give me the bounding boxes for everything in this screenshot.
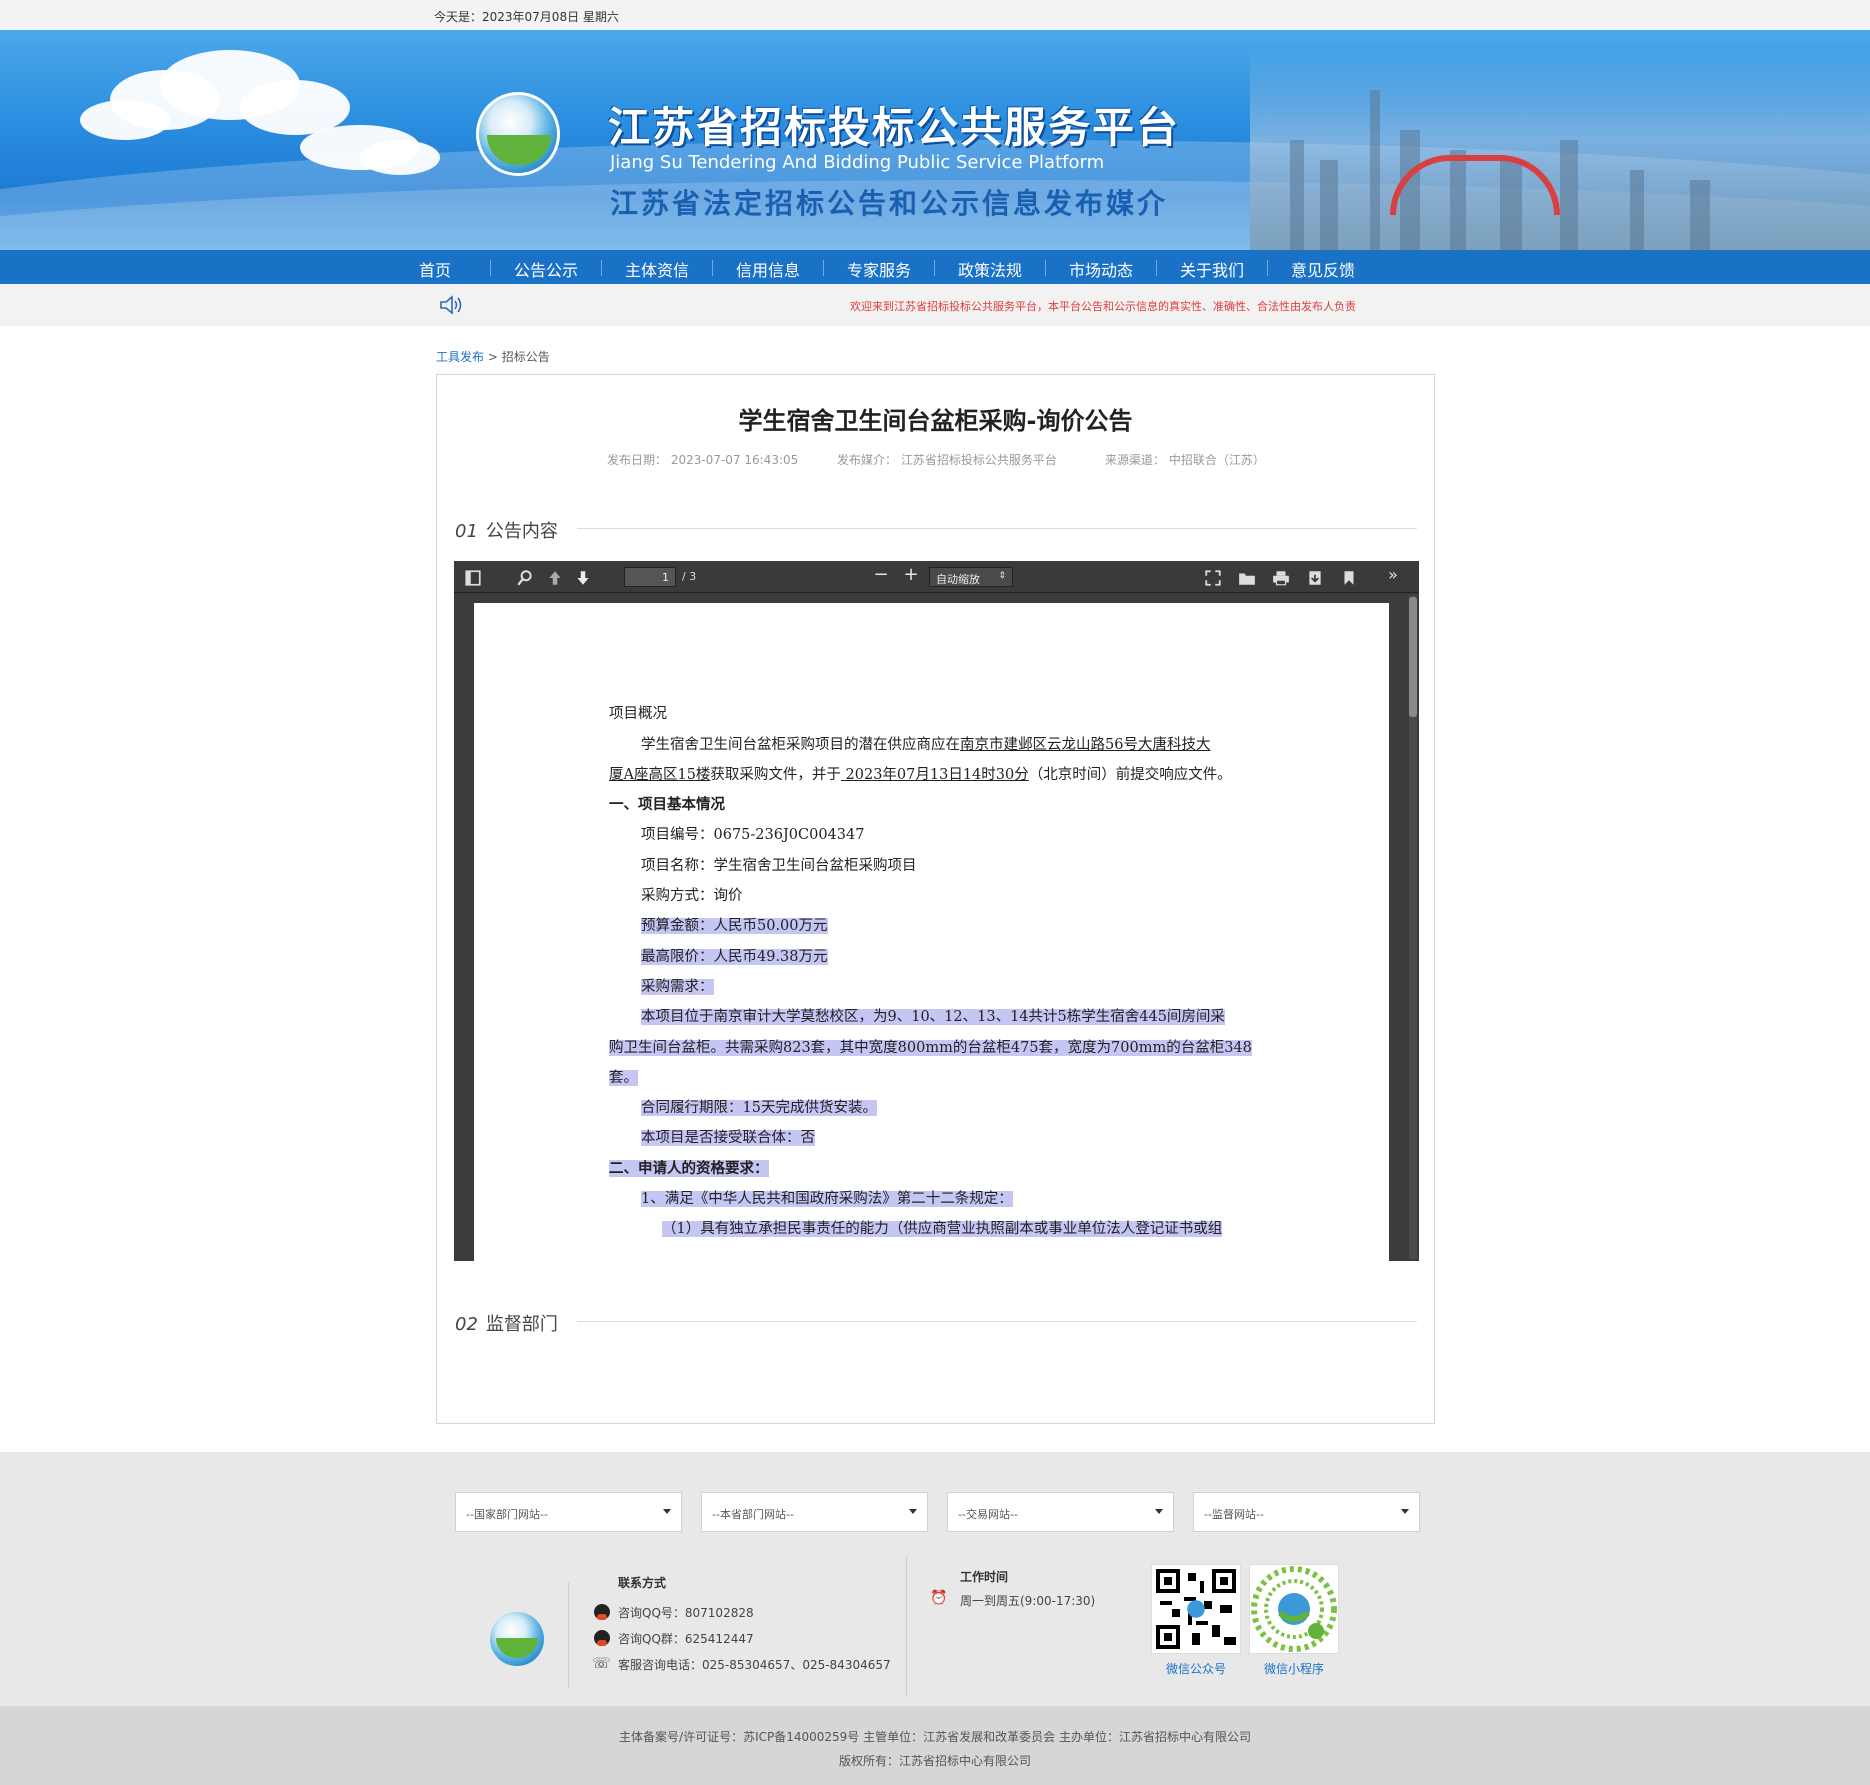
notice-bar: 欢迎来到江苏省招标投标公共服务平台，本平台公告和公示信息的真实性、准确性、合法性… (0, 284, 1870, 326)
national-dept-select[interactable]: --国家部门网站-- (455, 1492, 682, 1532)
pdf-scrollbar[interactable] (1409, 595, 1417, 1259)
work-time-title: 工作时间 (960, 1570, 1009, 1584)
city-skyline-image (1250, 50, 1870, 250)
open-file-icon[interactable] (1238, 569, 1256, 587)
doc-line: 本项目是否接受联合体：否 (641, 1130, 815, 1146)
date-text: 今天是：2023年07月08日 星期六 (434, 10, 619, 24)
doc-line: 学生宿舍卫生间台盆柜采购项目的潜在供应商应在南京市建邺区云龙山路56号大唐科技大 (641, 737, 1211, 753)
site-title-en: Jiang Su Tendering And Bidding Public Se… (610, 152, 1105, 173)
wechat-official-label[interactable]: 微信公众号 (1166, 1660, 1226, 1677)
qq-group: 咨询QQ群：625412447 (618, 1632, 754, 1646)
qq-icon (594, 1604, 610, 1620)
doc-heading: 二、申请人的资格要求： (609, 1160, 769, 1177)
speaker-icon (440, 295, 462, 315)
supervision-site-select[interactable]: --监督网站-- (1193, 1492, 1420, 1532)
doc-line: 采购方式：询价 (641, 888, 743, 904)
qq-number: 咨询QQ号：807102828 (618, 1606, 754, 1620)
footer-logo (490, 1612, 544, 1666)
work-hours: 周一到周五(9:00-17:30) (960, 1594, 1096, 1608)
doc-line: （1）具有独立承担民事责任的能力（供应商营业执照副本或事业单位法人登记证书或组 (662, 1221, 1223, 1237)
contact-title: 联系方式 (618, 1576, 667, 1590)
doc-line: 本项目位于南京审计大学莫愁校区，为9、10、12、13、14共计5栋学生宿舍44… (641, 1009, 1225, 1025)
site-subtitle: 江苏省法定招标公告和公示信息发布媒介 (610, 187, 1169, 220)
doc-line: 最高限价：人民币49.38万元 (641, 949, 828, 965)
breadcrumb-current: 招标公告 (501, 350, 550, 364)
platform-logo (476, 92, 560, 176)
wechat-official-qr (1151, 1564, 1241, 1654)
service-phone: 客服咨询电话：025-85304657、025-84304657 (618, 1658, 891, 1672)
print-icon[interactable] (1272, 569, 1290, 587)
sidebar-toggle-icon[interactable] (464, 569, 482, 587)
zoom-select[interactable]: 自动缩放 ⇕ (929, 567, 1013, 587)
doc-line: 项目概况 (609, 706, 667, 722)
dropdown-caret-icon (1401, 1509, 1409, 1514)
copyright: 版权所有：江苏省招标中心有限公司 (838, 1754, 1031, 1768)
notice-message: 欢迎来到江苏省招标投标公共服务平台，本平台公告和公示信息的真实性、准确性、合法性… (850, 300, 1356, 313)
site-title: 江苏省招标投标公共服务平台 (608, 103, 1181, 152)
nav-policy[interactable]: 政策法规 (958, 257, 1022, 281)
doc-line: 预算金额：人民币50.00万元 (641, 918, 828, 934)
nav-about-us[interactable]: 关于我们 (1180, 257, 1244, 281)
bookmark-icon[interactable] (1340, 569, 1358, 587)
pdf-page: 项目概况 学生宿舍卫生间台盆柜采购项目的潜在供应商应在南京市建邺区云龙山路56号… (474, 603, 1389, 1261)
top-date-bar: 今天是：2023年07月08日 星期六 (0, 0, 1870, 30)
tools-menu-icon[interactable]: » (1384, 567, 1402, 583)
wechat-miniprogram-qr (1249, 1564, 1339, 1654)
publish-date: 发布日期： 2023-07-07 16:43:05 (607, 453, 799, 467)
nav-announcements[interactable]: 公告公示 (514, 257, 578, 281)
doc-line: 购卫生间台盆柜。共需采购823套，其中宽度800mm的台盆柜475套，宽度为70… (609, 1040, 1252, 1056)
icp-info: 主体备案号/许可证号：苏ICP备14000259号 主管单位：江苏省发展和改革委… (619, 1730, 1251, 1744)
nav-entity-credit[interactable]: 主体资信 (625, 257, 689, 281)
footer: --国家部门网站-- --本省部门网站-- --交易网站-- --监督网站-- … (0, 1452, 1870, 1706)
article-panel: 学生宿舍卫生间台盆柜采购-询价公告 发布日期： 2023-07-07 16:43… (436, 374, 1435, 1424)
doc-line: 套。 (609, 1070, 638, 1086)
trading-site-select[interactable]: --交易网站-- (947, 1492, 1174, 1532)
doc-line: 1、满足《中华人民共和国政府采购法》第二十二条规定： (641, 1191, 1013, 1207)
source-channel: 来源渠道： 中招联合（江苏） (1105, 453, 1265, 467)
dropdown-caret-icon (663, 1509, 671, 1514)
download-icon[interactable] (1306, 569, 1324, 587)
fullscreen-icon[interactable] (1204, 569, 1222, 587)
pdf-viewer[interactable]: 1 / 3 − + 自动缩放 ⇕ » 项目概况 学生宿舍卫生间台盆柜采购项目的潜在… (454, 561, 1419, 1261)
search-icon[interactable] (516, 569, 534, 587)
zoom-out-icon[interactable]: − (872, 566, 890, 584)
select-arrows-icon: ⇕ (998, 571, 1006, 581)
qq-group-icon (594, 1630, 610, 1646)
publish-media: 发布媒介： 江苏省招标投标公共服务平台 (837, 453, 1057, 467)
doc-line: 采购需求： (641, 979, 714, 995)
pdf-toolbar: 1 / 3 − + 自动缩放 ⇕ » (454, 561, 1419, 593)
nav-expert-service[interactable]: 专家服务 (847, 257, 911, 281)
doc-line: 项目名称：学生宿舍卫生间台盆柜采购项目 (641, 858, 917, 874)
breadcrumb: 工具发布 > 招标公告 (436, 350, 550, 364)
header-banner: 江苏省招标投标公共服务平台 Jiang Su Tendering And Bid… (0, 30, 1870, 250)
nav-credit-info[interactable]: 信用信息 (736, 257, 800, 281)
phone-icon: ☏ (592, 1654, 611, 1672)
dropdown-caret-icon (909, 1509, 917, 1514)
section-supervision-dept: 02 监督部门 (455, 1314, 558, 1335)
dropdown-caret-icon (1155, 1509, 1163, 1514)
doc-line: 合同履行期限：15天完成供货安装。 (641, 1100, 877, 1116)
main-nav: 首页 公告公示 主体资信 信用信息 专家服务 政策法规 市场动态 关于我们 意见… (0, 250, 1870, 284)
next-page-icon[interactable] (574, 569, 592, 587)
doc-line: 项目编号：0675-236J0C004347 (641, 827, 865, 843)
clock-icon: ⏰ (930, 1590, 948, 1606)
doc-line: 厦A座高区15楼获取采购文件，并于 2023年07月13日14时30分（北京时间… (609, 767, 1232, 783)
nav-home[interactable]: 首页 (419, 257, 451, 281)
doc-heading: 一、项目基本情况 (609, 796, 725, 813)
zoom-in-icon[interactable]: + (902, 566, 920, 584)
previous-page-icon[interactable] (546, 569, 564, 587)
page-number-input[interactable]: 1 (624, 567, 676, 587)
nav-feedback[interactable]: 意见反馈 (1291, 257, 1355, 281)
copyright-bar: 主体备案号/许可证号：苏ICP备14000259号 主管单位：江苏省发展和改革委… (0, 1706, 1870, 1785)
province-dept-select[interactable]: --本省部门网站-- (701, 1492, 928, 1532)
article-title: 学生宿舍卫生间台盆柜采购-询价公告 (738, 407, 1133, 435)
nav-market-news[interactable]: 市场动态 (1069, 257, 1133, 281)
breadcrumb-link[interactable]: 工具发布 (436, 350, 484, 364)
wechat-miniprogram-label[interactable]: 微信小程序 (1264, 1660, 1324, 1677)
section-announcement-content: 01 公告内容 (455, 521, 558, 542)
page-total: / 3 (682, 570, 697, 583)
